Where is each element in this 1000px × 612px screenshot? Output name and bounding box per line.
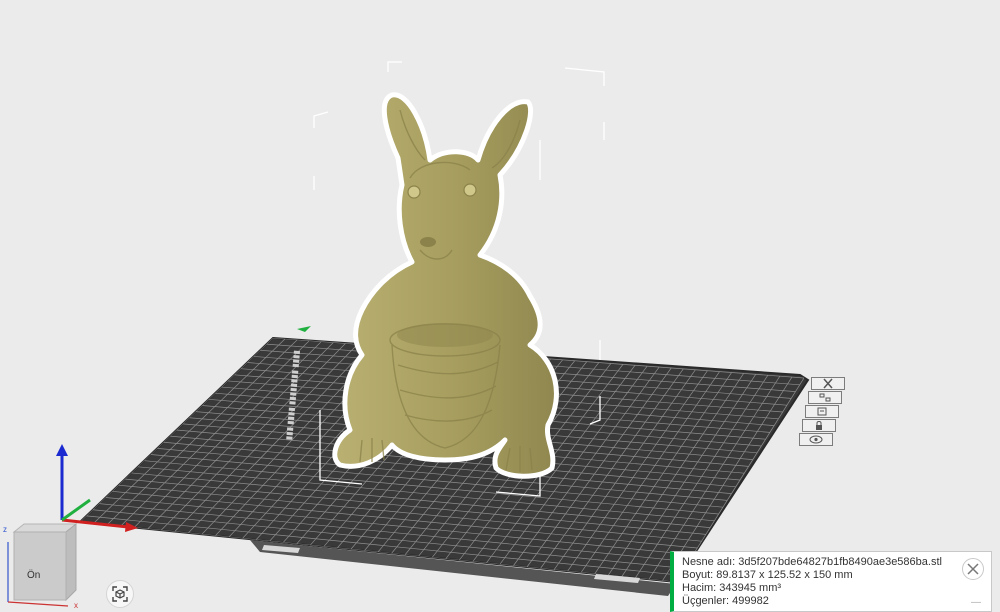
plate-arrange-button[interactable] xyxy=(808,391,842,404)
fit-view-button[interactable] xyxy=(106,580,134,608)
settings-icon xyxy=(817,407,827,416)
focus-cube-icon xyxy=(112,586,128,602)
plate-delete-button[interactable] xyxy=(811,377,845,390)
view-cube-axis-x: x xyxy=(74,601,78,610)
auto-arrange-icon xyxy=(819,393,831,402)
view-cube[interactable]: Ön z x xyxy=(0,520,90,612)
kangaroo-model[interactable] xyxy=(332,92,559,479)
close-icon xyxy=(967,563,979,575)
plate-lock-button[interactable] xyxy=(802,419,836,432)
object-volume: Hacim: 343945 mm³ xyxy=(682,582,782,594)
lock-icon xyxy=(816,421,822,430)
object-info-panel: Nesne adı: 3d5f207bde64827b1fb8490ae3e58… xyxy=(670,551,992,612)
plate-visibility-button[interactable] xyxy=(799,433,833,446)
object-name: Nesne adı: 3d5f207bde64827b1fb8490ae3e58… xyxy=(682,556,942,568)
object-triangles: Üçgenler: 499982 xyxy=(682,595,769,607)
close-icon xyxy=(823,378,833,389)
collapse-icon[interactable]: — xyxy=(971,596,981,609)
plate-settings-button[interactable] xyxy=(805,405,839,418)
view-cube-axis-z: z xyxy=(3,525,7,534)
info-close-button[interactable] xyxy=(962,558,984,580)
object-size: Boyut: 89.8137 x 125.52 x 150 mm xyxy=(682,569,853,581)
3d-viewport[interactable]: ▮▮▮▮ ▮▮▮▮▮▮▮▮ ▮▮▮▮ ▮▮▮ xyxy=(0,0,1000,612)
eye-icon xyxy=(809,435,823,444)
view-cube-face-label[interactable]: Ön xyxy=(27,569,40,581)
